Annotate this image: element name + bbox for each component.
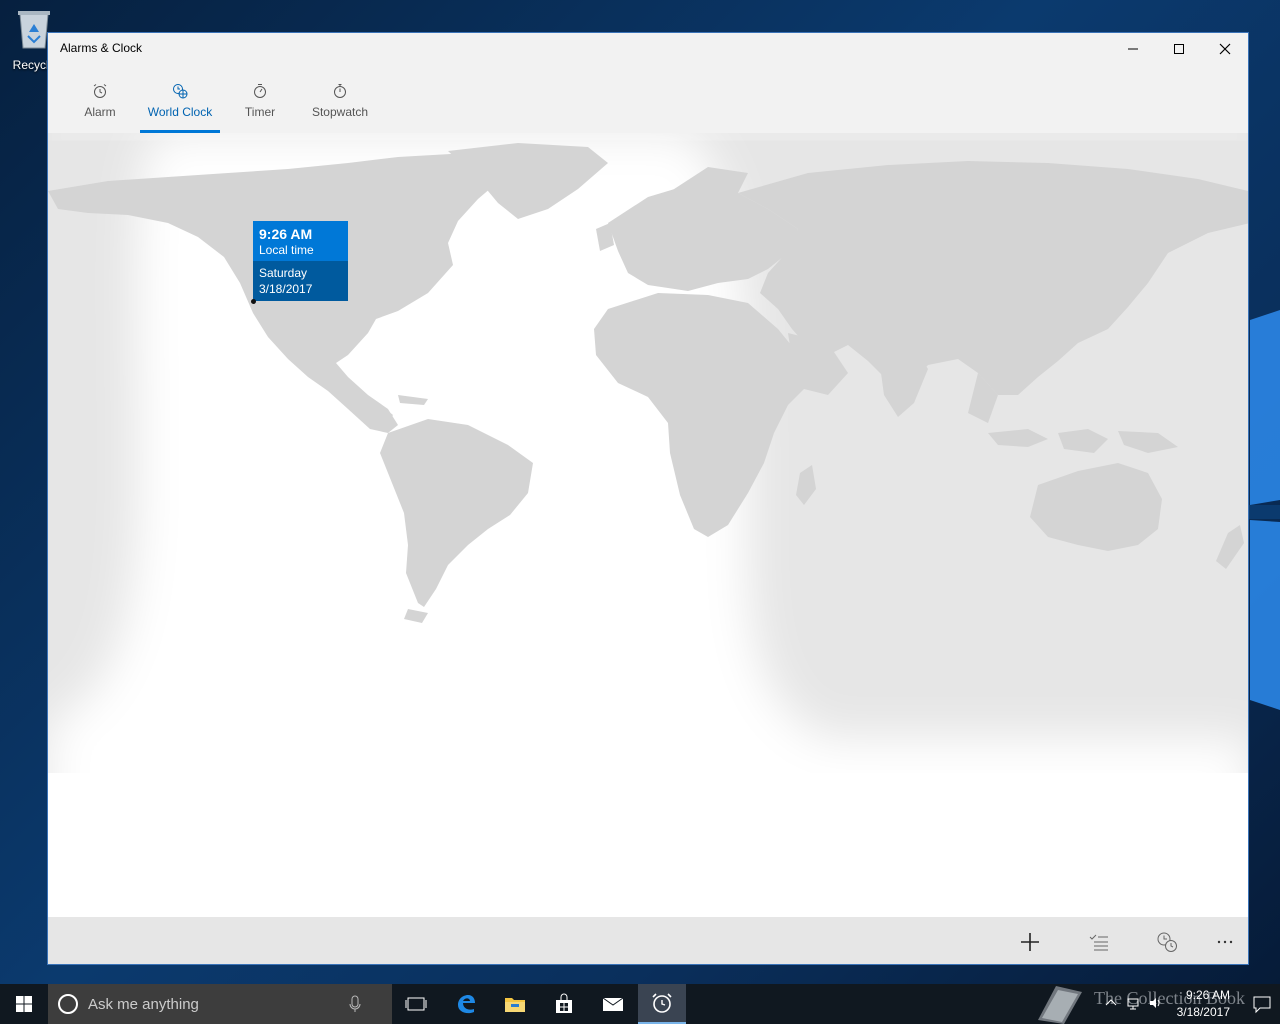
folder-icon [505,998,525,1012]
microphone-icon[interactable] [348,994,362,1014]
windows-start-icon [16,996,32,1012]
file-explorer-taskbar-button[interactable] [491,984,539,1024]
more-icon [1217,940,1233,944]
system-tray: The Collection Book 9:26 AM 3/18/2017 [1020,984,1280,1024]
local-location-pin[interactable] [251,299,256,304]
local-date: 3/18/2017 [259,282,313,296]
stopwatch-icon [334,84,346,98]
select-clocks-button[interactable] [1082,925,1116,959]
cortana-icon [58,994,78,1014]
chevron-up-icon[interactable] [1104,996,1118,1010]
add-icon [1021,933,1039,951]
tab-alarm[interactable]: Alarm [80,65,120,133]
mail-taskbar-button[interactable] [589,984,637,1024]
local-time-label: Local time [259,243,314,257]
edge-taskbar-button[interactable] [442,984,490,1024]
taskbar: Ask me anything The Collection Book 9:26… [0,984,1280,1024]
alarms-clock-taskbar-button[interactable] [638,984,686,1024]
tab-timer-label: Timer [244,105,276,119]
close-icon [1219,43,1231,55]
local-day: Saturday [259,266,308,280]
tab-world-clock[interactable]: World Clock [140,65,220,133]
taskbar-clock[interactable]: 9:26 AM 3/18/2017 [1160,987,1230,1021]
cortana-search-box[interactable]: Ask me anything [48,984,392,1024]
start-button[interactable] [0,984,48,1024]
compare-clocks-button[interactable] [1150,925,1184,959]
title-bar[interactable]: Alarms & Clock [48,33,1248,65]
minimize-icon [1128,48,1138,50]
compare-clocks-icon [1157,932,1177,952]
local-time-card-header: 9:26 AM Local time [253,221,348,261]
alarm-clock-app-icon [652,993,672,1013]
local-time-value: 9:26 AM [259,226,313,242]
timer-icon [254,84,266,98]
local-time-card[interactable]: 9:26 AM Local time Saturday 3/18/2017 [253,221,348,301]
local-time-card-date: Saturday 3/18/2017 [253,261,348,301]
world-clock-icon [173,84,188,99]
maximize-button[interactable] [1156,33,1202,65]
network-icon[interactable] [1126,996,1140,1010]
task-view-icon [405,997,427,1011]
window-title: Alarms & Clock [60,41,143,55]
tab-alarm-label: Alarm [84,105,116,119]
maximize-icon [1174,44,1184,54]
command-bar [48,917,1248,964]
action-center-icon[interactable] [1252,994,1272,1014]
store-bag-icon [556,993,572,1013]
add-new-city-button[interactable] [1013,925,1047,959]
search-placeholder: Ask me anything [88,995,199,1013]
select-list-icon [1089,934,1108,951]
task-view-button[interactable] [392,984,440,1024]
book-watermark-icon [1038,986,1082,1024]
close-button[interactable] [1202,33,1248,65]
more-options-button[interactable] [1208,925,1242,959]
tab-world-clock-label: World Clock [147,105,213,119]
tray-icons [1104,996,1162,1010]
alarm-clock-icon [93,84,107,98]
taskbar-time: 9:26 AM [1185,988,1230,1002]
store-taskbar-button[interactable] [540,984,588,1024]
tab-stopwatch-label: Stopwatch [311,105,369,119]
tab-bar: Alarm World Clock Timer Stopwatch [48,65,1248,133]
minimize-button[interactable] [1110,33,1156,65]
alarms-clock-window: Alarms & Clock Alarm World Clock Timer S… [47,32,1249,965]
edge-icon [458,995,475,1014]
tab-stopwatch[interactable]: Stopwatch [308,65,372,133]
tab-timer[interactable]: Timer [240,65,280,133]
taskbar-date: 3/18/2017 [1176,1005,1230,1019]
mail-icon [602,997,624,1011]
world-map[interactable]: 9:26 AM Local time Saturday 3/18/2017 [48,133,1248,917]
world-map-graphic [48,133,1248,917]
